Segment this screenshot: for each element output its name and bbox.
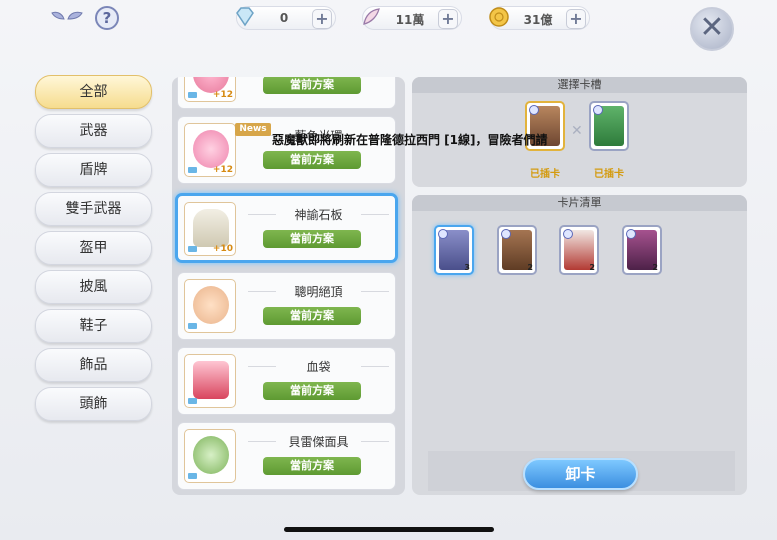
top-bar: ? 0 + 11萬 + 31億 + ✕ [0,0,777,51]
item-thumb: +10 [184,202,236,256]
unload-card-button[interactable]: 卸卡 [523,458,638,490]
item-thumb [184,429,236,483]
card-count: 2 [652,263,658,272]
item-image [193,209,229,247]
card-count: 2 [589,263,595,272]
card-slot-2[interactable] [589,101,629,151]
card-gem-icon [501,229,511,239]
coin-resource: 31億 + [489,6,590,30]
card-item[interactable]: 2 [559,225,599,275]
close-button[interactable]: ✕ [690,7,734,51]
equipment-item-selected[interactable]: +10 神諭石板 當前方案 [175,193,398,263]
diamond-value: 0 [279,11,289,25]
category-headgear[interactable]: 頭飾 [35,387,152,421]
category-weapon[interactable]: 武器 [35,114,152,148]
card-slot-icon [188,398,197,404]
item-name: 神諭石板 [248,206,389,223]
card-item[interactable]: 2 [622,225,662,275]
card-item[interactable]: 2 [497,225,537,275]
add-diamond-button[interactable]: + [312,9,332,29]
current-plan-button[interactable]: 當前方案 [263,382,361,400]
item-thumb [184,279,236,333]
announcement-toast: 惡魔獸即將刷新在普隆德拉西門 [1線]，冒險者們請 [272,133,548,147]
category-shoes[interactable]: 鞋子 [35,309,152,343]
category-two-handed[interactable]: 雙手武器 [35,192,152,226]
card-slot-icon [188,92,197,98]
item-image [193,436,229,474]
feather-resource: 11萬 + [362,6,462,30]
card-slot-icon [188,473,197,479]
news-badge: News [235,123,271,136]
card-list-title: 卡片清單 [412,195,747,211]
card-slot-icon [188,246,197,252]
item-thumb [184,354,236,408]
category-shield[interactable]: 盾牌 [35,153,152,187]
item-level: +12 [212,90,233,100]
item-level: +12 [212,165,233,175]
equipment-item[interactable]: 聰明絕頂 當前方案 [177,272,396,340]
item-name: 血袋 [248,358,389,375]
category-armor[interactable]: 盔甲 [35,231,152,265]
current-plan-button[interactable]: 當前方案 [263,457,361,475]
help-button[interactable]: ? [95,6,119,30]
card-slot-icon [188,167,197,173]
equipment-item[interactable]: +12 當前方案 [177,77,396,109]
card-slot-title: 選擇卡槽 [412,77,747,93]
card-slot-icon [188,323,197,329]
current-plan-button[interactable]: 當前方案 [263,77,361,94]
card-gem-icon [626,229,636,239]
coin-value: 31億 [523,13,553,27]
current-plan-button[interactable]: 當前方案 [263,151,361,169]
card-gem-icon [438,229,448,239]
card-count: 2 [527,263,533,272]
add-coin-button[interactable]: + [566,9,586,29]
home-indicator[interactable] [284,527,494,532]
item-image [193,361,229,399]
category-cloak[interactable]: 披風 [35,270,152,304]
card-list-panel: 卡片清單 3 2 2 2 [412,195,747,495]
slot-label: 已插卡 [530,169,560,180]
item-image [193,286,229,324]
feather-value: 11萬 [395,13,425,27]
current-plan-button[interactable]: 當前方案 [263,230,361,248]
category-accessory[interactable]: 飾品 [35,348,152,382]
item-image [193,130,229,168]
add-feather-button[interactable]: + [438,9,458,29]
item-name: 聰明絕頂 [248,283,389,300]
item-level: +10 [212,244,233,254]
category-all[interactable]: 全部 [35,75,152,109]
card-count: 3 [464,263,470,272]
slot-gem-icon [593,105,603,115]
wings-icon[interactable] [50,9,84,27]
feather-icon [357,4,385,32]
item-thumb: +12 [184,123,236,177]
slot-gem-icon [529,105,539,115]
equipment-item[interactable]: 貝雷傑面具 當前方案 [177,422,396,490]
item-thumb: +12 [184,77,236,102]
card-gem-icon [563,229,573,239]
current-plan-button[interactable]: 當前方案 [263,307,361,325]
card-item[interactable]: 3 [434,225,474,275]
diamond-resource: 0 + [236,6,336,30]
item-name: 貝雷傑面具 [248,433,389,450]
remove-card-icon[interactable]: ✕ [571,123,583,139]
coin-icon [485,4,513,32]
game-window: ? 0 + 11萬 + 31億 + ✕ 全部 武器 盾牌 雙手武器 盔甲 披風 … [0,0,777,540]
diamond-icon [231,4,259,32]
slot-label: 已插卡 [594,169,624,180]
equipment-item[interactable]: 血袋 當前方案 [177,347,396,415]
